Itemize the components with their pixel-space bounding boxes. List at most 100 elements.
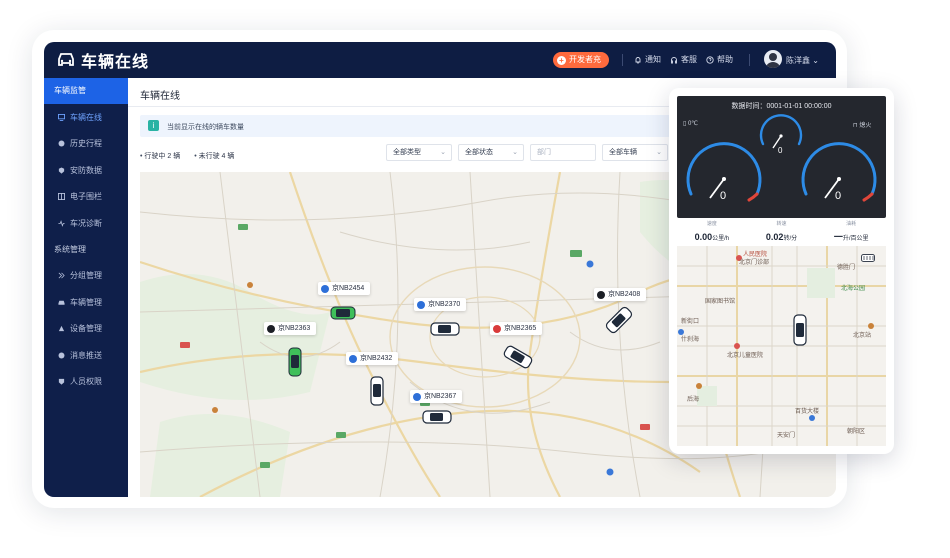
- vehicle-marker[interactable]: [793, 314, 807, 346]
- poi-label: 新街口: [681, 319, 700, 325]
- sidebar-item-label: 车辆在线: [70, 112, 102, 122]
- info-text: 当前显示在线的辆车数量: [167, 124, 244, 131]
- vehicle-marker-white-2[interactable]: [430, 322, 460, 336]
- headset-icon: [671, 56, 677, 63]
- gauge-cluster: [686, 114, 877, 202]
- sidebar-item-diagnostics[interactable]: 车况诊断: [44, 210, 128, 237]
- app-title: 车辆在线: [81, 54, 150, 71]
- department-input[interactable]: 部门: [530, 144, 596, 161]
- stat-parked-text: 未行驶 4 辆: [198, 153, 235, 160]
- vehicle-label[interactable]: 京NB2365: [490, 322, 543, 335]
- dashboard-panel: 数据时间：0001-01-01 00:00:00 ▯ 0℃ ⊓ 熄火 0 0 0: [677, 96, 886, 218]
- vehicle-label[interactable]: 京NB2363: [264, 322, 317, 335]
- shield-icon: [58, 167, 65, 174]
- stat-value: 一: [833, 232, 843, 242]
- type-select[interactable]: 全部类型 ⌄: [386, 144, 452, 161]
- vehicle-plate: 京NB2370: [428, 301, 461, 308]
- vehicle-select-value: 全部车辆: [609, 149, 637, 156]
- avatar[interactable]: [764, 50, 782, 68]
- vehicle-label[interactable]: 京NB2432: [346, 352, 399, 365]
- bell-icon: [635, 56, 641, 63]
- fuel-gauge-value: 0: [778, 146, 783, 155]
- top-nav: 车辆在线 + 开发者充 通知 客服 帮助 陈洋鑫 ⌄: [44, 42, 836, 78]
- chevron-down-icon: ⌄: [656, 149, 662, 156]
- stat-value: 0.02: [765, 232, 784, 242]
- screenshot-stage: 车辆在线 + 开发者充 通知 客服 帮助 陈洋鑫 ⌄ 车辆监管 车辆在线 历史行…: [0, 0, 950, 558]
- status-select[interactable]: 全部状态 ⌄: [458, 144, 524, 161]
- stat-label: 速度: [706, 221, 717, 227]
- speed-gauge-value: 0: [720, 190, 727, 202]
- vehicle-label[interactable]: 京NB2370: [414, 298, 467, 311]
- help-icon: [706, 55, 714, 64]
- sidebar-item-vehicles-online[interactable]: 车辆在线: [44, 104, 128, 131]
- poi-label: 国家图书馆: [705, 299, 736, 305]
- sidebar-item-label: 电子围栏: [70, 192, 102, 202]
- sidebar-item-device-management[interactable]: 设备管理: [44, 316, 128, 343]
- sidebar-item-trip-history[interactable]: 历史行程: [44, 131, 128, 158]
- chevron-down-icon: ⌄: [512, 149, 518, 156]
- vehicle-marker-white-3[interactable]: [422, 410, 452, 424]
- device-icon: [58, 326, 65, 332]
- sidebar-item-message-push[interactable]: 消息推送: [44, 342, 128, 369]
- sidebar-item-label: 车况诊断: [70, 218, 102, 228]
- brand-badge-icon: [597, 290, 605, 299]
- vehicle-label[interactable]: 京NB2408: [594, 288, 647, 301]
- help-link[interactable]: 帮助: [706, 54, 733, 65]
- poi-label: 北京站: [853, 333, 872, 339]
- brand-badge-icon: [321, 284, 329, 293]
- top-action-button[interactable]: + 开发者充: [553, 52, 609, 68]
- poi-label: 北京门诊部: [739, 260, 770, 266]
- vehicle-plate: 京NB2365: [504, 325, 537, 332]
- rpm-gauge-value: 0: [835, 190, 842, 202]
- vehicle-stats: • 行驶中 2 辆 • 未行驶 4 辆: [140, 151, 234, 161]
- vehicle-marker-green-2[interactable]: [288, 347, 302, 377]
- poi-label: 北京儿童医院: [727, 353, 764, 359]
- vehicle-marker-white-5[interactable]: [603, 306, 635, 334]
- user-name: 陈洋鑫: [786, 56, 810, 65]
- vehicle-marker-white-4[interactable]: [502, 344, 534, 370]
- poi-label: 朝阳区: [847, 429, 866, 435]
- car-icon[interactable]: [861, 254, 875, 262]
- notifications-link[interactable]: 通知: [634, 54, 661, 65]
- sidebar-item-vehicle-management[interactable]: 车辆管理: [44, 289, 128, 316]
- status-select-value: 全部状态: [465, 149, 493, 156]
- brand-badge-icon: [413, 392, 421, 401]
- stat-driving: • 行驶中 2 辆: [140, 153, 181, 160]
- info-banner: i 当前显示在线的辆车数量: [140, 115, 700, 137]
- vehicle-label[interactable]: 京NB2454: [318, 282, 371, 295]
- vehicle-marker-green-1[interactable]: [330, 306, 356, 320]
- support-link[interactable]: 客服: [670, 54, 697, 65]
- poi-label: 什刹海: [681, 337, 700, 343]
- poi-label: 北海公园: [841, 286, 866, 292]
- brand-badge-icon: [349, 354, 357, 363]
- vehicle-select[interactable]: 全部车辆 ⌄: [602, 144, 668, 161]
- vehicle-plate: 京NB2408: [608, 291, 641, 298]
- vehicle-location-map[interactable]: 人民医院 北京门诊部 德胜门 北海公园 国家图书馆 北京站 北京儿童医院 后海 …: [677, 246, 886, 446]
- sidebar-item-security-data[interactable]: 安防数据: [44, 157, 128, 184]
- brand-badge-icon: [267, 324, 275, 333]
- app-logo[interactable]: 车辆在线: [56, 51, 150, 71]
- sidebar-item-label: 消息推送: [70, 350, 102, 360]
- sidebar-group-system[interactable]: 系统管理: [44, 237, 128, 263]
- user-menu[interactable]: 陈洋鑫 ⌄: [786, 55, 819, 66]
- support-label: 客服: [681, 55, 697, 64]
- sidebar-item-geofence[interactable]: 电子围栏: [44, 184, 128, 211]
- stat-unit: 转/分: [783, 236, 798, 242]
- sidebar-item-group-management[interactable]: 分组管理: [44, 263, 128, 290]
- stat-rpm: 转速 0.02转/分: [747, 220, 817, 244]
- diagnose-icon: [58, 219, 65, 227]
- vehicle-label[interactable]: 京NB2367: [410, 390, 463, 403]
- vehicle-plate: 京NB2363: [278, 325, 311, 332]
- sidebar-item-label: 安防数据: [70, 165, 102, 175]
- fence-icon: [58, 193, 65, 201]
- poi-label: 德胜门: [837, 265, 856, 271]
- brand-badge-icon: [417, 300, 425, 309]
- vehicle-marker-white-1[interactable]: [370, 376, 384, 406]
- poi-label: 后海: [687, 397, 700, 403]
- sidebar-item-permissions[interactable]: 人员权限: [44, 369, 128, 396]
- monitor-icon: [58, 113, 65, 121]
- sidebar-group-monitoring[interactable]: 车辆监管: [44, 78, 128, 104]
- user-avatar-icon: [766, 53, 780, 68]
- help-label: 帮助: [717, 55, 733, 64]
- vehicle-plate: 京NB2367: [424, 393, 457, 400]
